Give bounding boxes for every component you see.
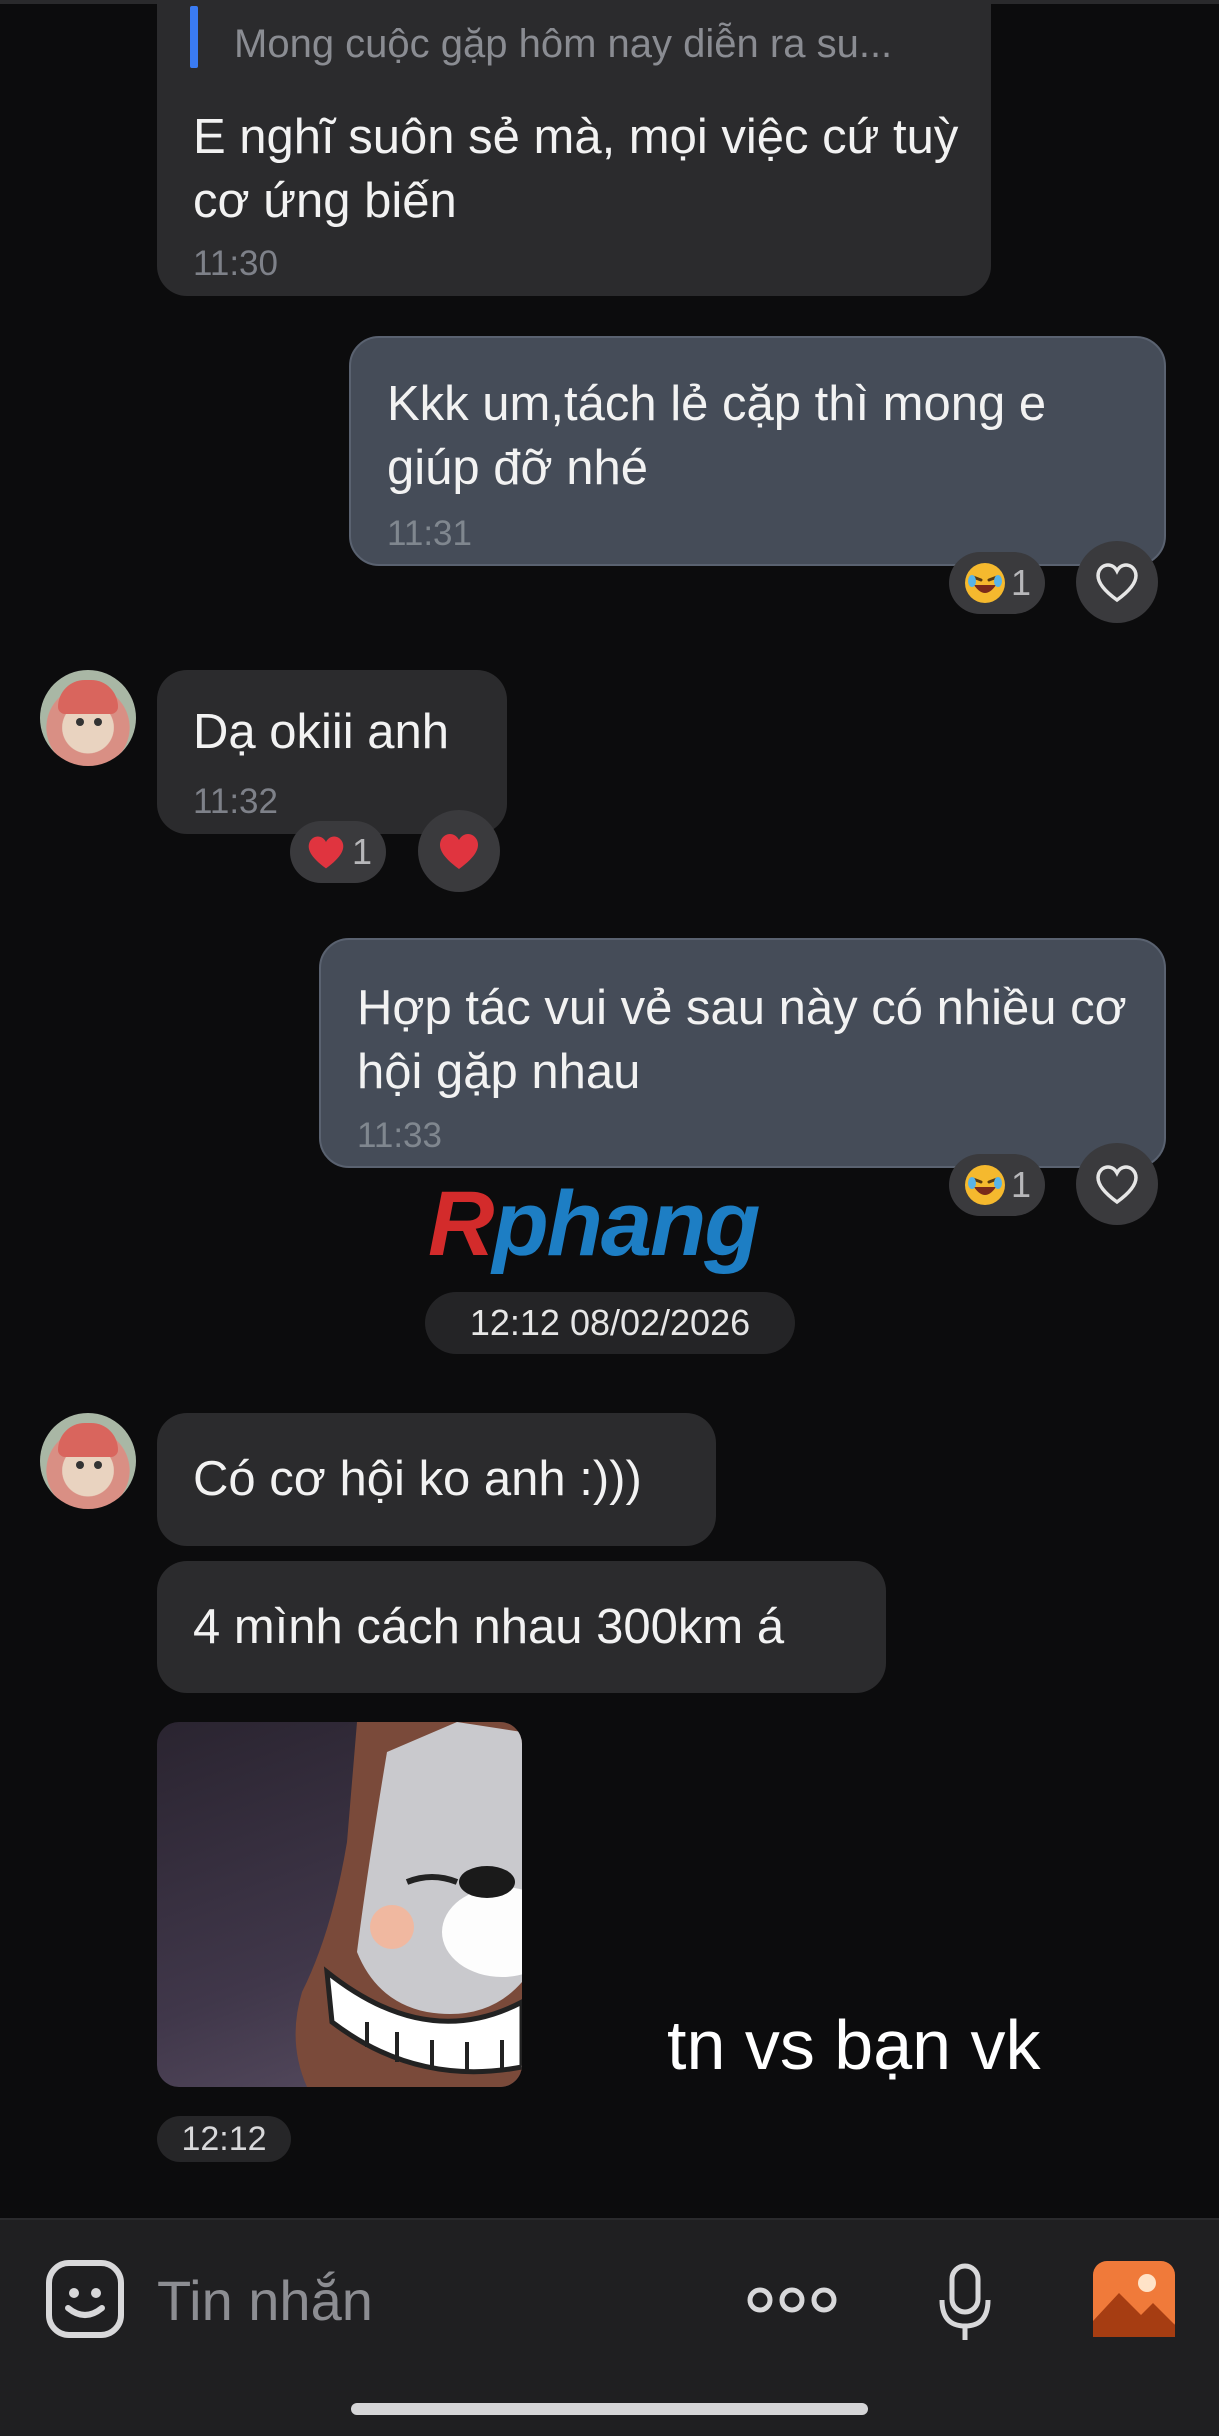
reaction-count: 1 — [352, 831, 373, 872]
react-heart-button[interactable] — [418, 810, 500, 892]
laughing-emoji-icon — [965, 563, 1005, 603]
quote-bar — [190, 6, 198, 68]
message-input[interactable]: Tin nhắn — [157, 2268, 373, 2333]
message-time: 11:32 — [193, 782, 278, 821]
message-text: E nghĩ suôn sẻ mà, mọi việc cứ tuỳ cơ ứn… — [193, 110, 959, 228]
avatar[interactable] — [40, 670, 136, 766]
message-text: 4 mình cách nhau 300km á — [193, 1600, 785, 1654]
home-indicator[interactable] — [351, 2403, 868, 2415]
laughing-emoji-icon — [965, 1165, 1005, 1205]
avatar[interactable] — [40, 1413, 136, 1509]
watermark-logo: Rphang — [428, 1173, 760, 1275]
message-text: Kkk um,tách lẻ cặp thì mong e giúp đỡ nh… — [387, 377, 1047, 495]
message-text: Hợp tác vui vẻ sau này có nhiều cơ hội g… — [357, 981, 1127, 1099]
message-bubble-outgoing[interactable]: Hợp tác vui vẻ sau này có nhiều cơ hội g… — [319, 938, 1166, 1168]
reaction-count: 1 — [1011, 1164, 1032, 1205]
message-text: Có cơ hội ko anh :))) — [193, 1452, 642, 1506]
message-bubble-incoming[interactable]: Có cơ hội ko anh :))) — [157, 1413, 716, 1546]
message-time: 11:31 — [387, 514, 472, 553]
quoted-message[interactable]: Mong cuộc gặp hôm nay diễn ra su... — [234, 22, 892, 67]
photo-gallery-icon[interactable] — [1091, 2259, 1177, 2339]
message-time: 11:33 — [357, 1116, 442, 1155]
reaction-badge[interactable]: 1 — [949, 552, 1046, 614]
grinning-dog-sticker[interactable] — [157, 1722, 522, 2087]
heart-outline-icon — [1096, 1165, 1138, 1205]
heart-outline-icon — [1096, 563, 1138, 603]
reaction-count: 1 — [1011, 562, 1032, 603]
react-heart-button[interactable] — [1076, 1143, 1158, 1225]
message-bubble-outgoing[interactable]: Kkk um,tách lẻ cặp thì mong e giúp đỡ nh… — [349, 336, 1166, 566]
message-time: 11:30 — [193, 244, 278, 283]
red-heart-icon — [439, 834, 479, 869]
microphone-icon[interactable] — [935, 2262, 995, 2344]
message-text: Dạ okiii anh — [193, 705, 450, 759]
red-heart-icon — [308, 836, 344, 869]
message-time: 12:12 — [157, 2116, 291, 2162]
more-options-icon[interactable] — [746, 2280, 838, 2320]
image-caption: tn vs bạn vk — [667, 2006, 1041, 2084]
reaction-badge[interactable]: 1 — [949, 1154, 1046, 1216]
date-separator: 12:12 08/02/2026 — [425, 1292, 795, 1354]
reaction-badge[interactable]: 1 — [290, 821, 387, 883]
react-heart-button[interactable] — [1076, 541, 1158, 623]
message-bubble-incoming[interactable]: 4 mình cách nhau 300km á — [157, 1561, 886, 1693]
sticker-icon[interactable] — [44, 2258, 126, 2340]
